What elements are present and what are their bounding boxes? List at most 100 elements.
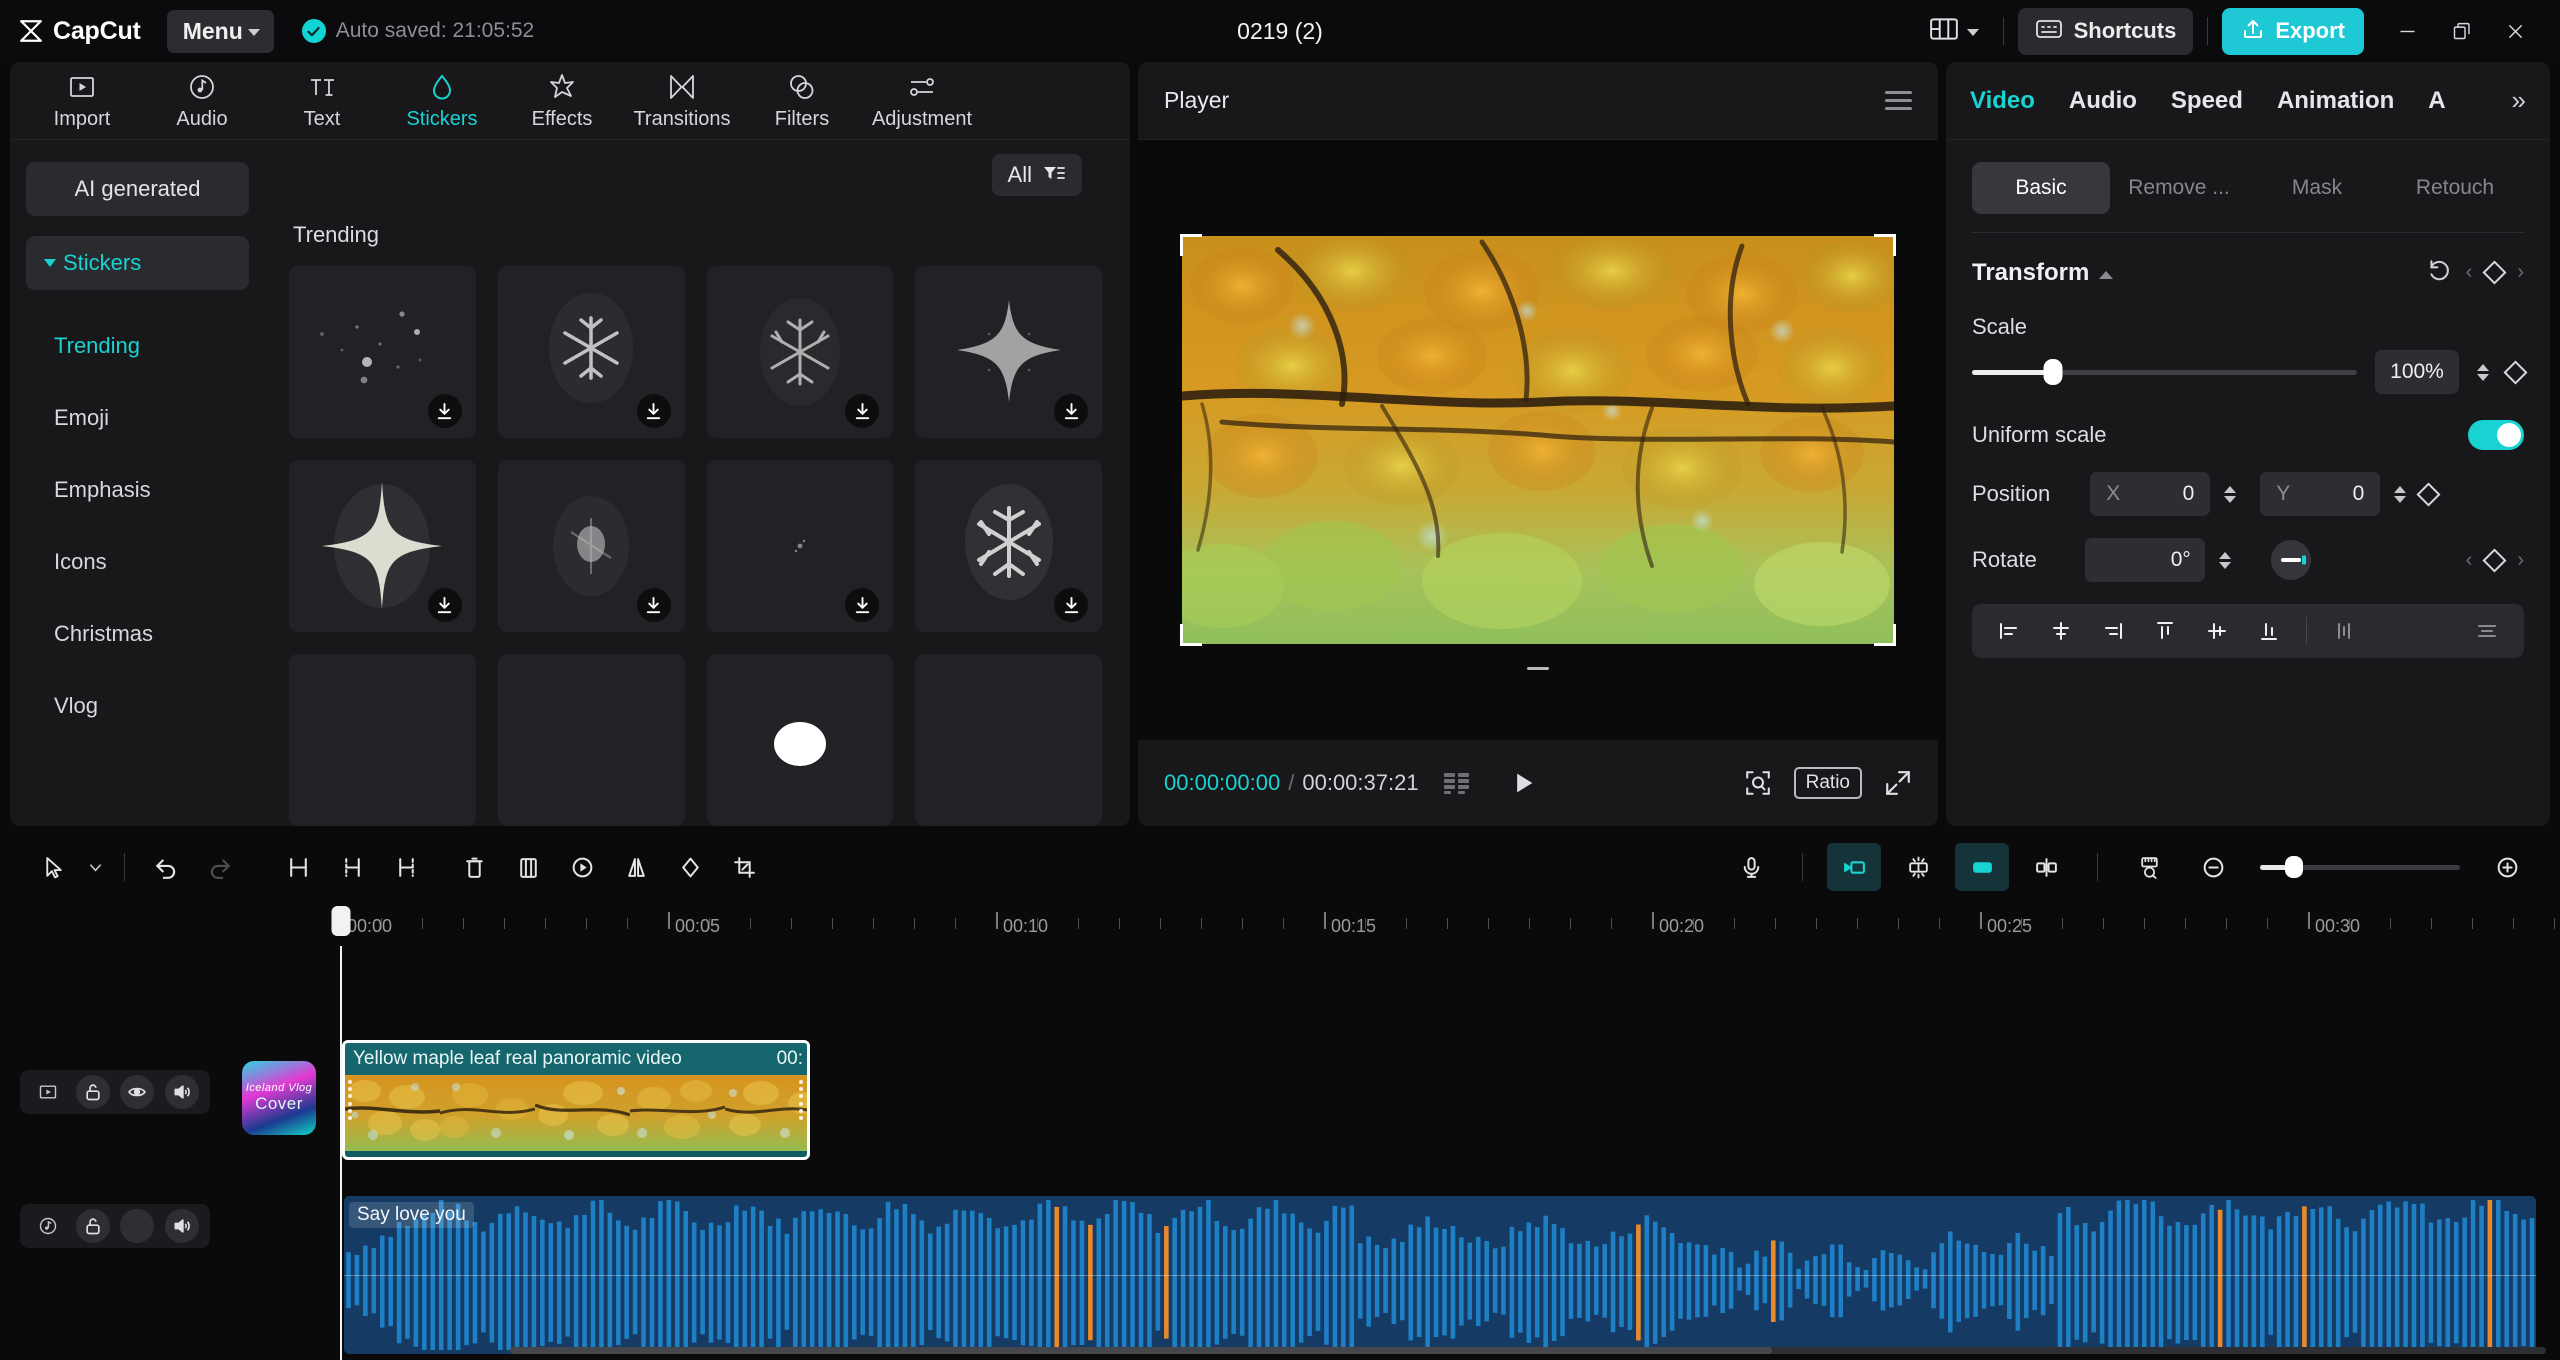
redo-icon[interactable] [193,843,247,891]
library-tab-filters[interactable]: Filters [744,66,860,136]
crop-icon[interactable] [717,843,771,891]
sticker-item[interactable] [289,654,476,826]
crop-handle-top-left[interactable] [1180,234,1202,256]
audio-clip[interactable]: Say love you [344,1196,2536,1354]
trim-right-icon[interactable] [379,843,433,891]
position-x-stepper[interactable] [2224,486,2236,503]
track-preview-icon[interactable] [31,1075,65,1109]
lock-icon[interactable] [76,1075,110,1109]
distribute-vertical-icon[interactable] [2464,610,2510,652]
keyframe-next-icon[interactable]: › [2517,261,2524,284]
rotate-keyframe-next-icon[interactable]: › [2517,549,2524,572]
layout-switch-button[interactable] [1919,10,1989,53]
rotate-value-input[interactable]: 0° [2085,538,2205,582]
align-left-icon[interactable] [1986,610,2032,652]
rotate-keyframe-prev-icon[interactable]: ‹ [2466,549,2473,572]
sidebar-ai-generated[interactable]: AI generated [26,162,249,216]
scale-keyframe-icon[interactable] [2503,360,2527,384]
rotate-dial[interactable] [2271,540,2311,580]
keyframe-diamond-icon[interactable] [2483,260,2507,284]
segment-basic[interactable]: Basic [1972,162,2110,214]
split-view-icon[interactable] [2019,843,2073,891]
segment-mask[interactable]: Mask [2248,162,2386,214]
sidebar-item-emphasis[interactable]: Emphasis [26,454,249,526]
close-button[interactable] [2488,8,2542,54]
align-middle-vertical-icon[interactable] [2194,610,2240,652]
sticker-item[interactable] [289,460,476,632]
position-y-input[interactable]: Y 0 [2260,472,2380,516]
sticker-item[interactable] [915,654,1102,826]
timeline-zoom-slider[interactable] [2260,865,2460,870]
timeline-horizontal-scrollbar[interactable] [510,1347,2546,1354]
filter-button[interactable]: All [992,154,1082,196]
sticker-item[interactable] [498,460,685,632]
playhead-handle[interactable] [332,906,351,936]
tab-animation[interactable]: Animation [2277,87,2394,115]
align-bottom-icon[interactable] [2246,610,2292,652]
sticker-item[interactable] [498,266,685,438]
align-top-icon[interactable] [2142,610,2188,652]
download-icon[interactable] [637,588,671,622]
download-icon[interactable] [428,394,462,428]
sidebar-group-stickers[interactable]: Stickers [26,236,249,290]
tab-video[interactable]: Video [1970,87,2035,115]
crop-handle-bottom-left[interactable] [1180,624,1202,646]
undo-icon[interactable] [139,843,193,891]
position-y-stepper[interactable] [2394,486,2406,503]
delete-icon[interactable] [447,843,501,891]
cursor-dropdown-icon[interactable] [80,843,110,891]
bottom-drag-handle[interactable] [1527,667,1549,670]
frames-icon[interactable] [1443,771,1471,795]
menu-button[interactable]: Menu [167,10,274,53]
reverse-icon[interactable] [555,843,609,891]
stepper-down-icon[interactable] [2224,496,2236,503]
stepper-up-icon[interactable] [2224,486,2236,493]
stepper-up-icon[interactable] [2477,364,2489,371]
keyframe-prev-icon[interactable]: ‹ [2466,261,2473,284]
snap-left-icon[interactable] [1827,843,1881,891]
clip-right-grip[interactable] [799,1080,804,1120]
sticker-item[interactable] [915,460,1102,632]
rotate-keyframe-icon[interactable] [2483,548,2507,572]
ruler-icon[interactable] [2122,843,2176,891]
crop-handle-top-right[interactable] [1874,234,1896,256]
library-tab-transitions[interactable]: Transitions [624,66,740,136]
lock-icon[interactable] [76,1209,110,1243]
crop-handle-bottom-right[interactable] [1874,624,1896,646]
tab-audio[interactable]: Audio [2069,87,2137,115]
rotate-stepper[interactable] [2219,552,2231,569]
scale-slider[interactable] [1972,370,2357,375]
video-clip[interactable]: Yellow maple leaf real panoramic video 0… [342,1040,810,1160]
sticker-item[interactable] [707,460,894,632]
clip-left-grip[interactable] [348,1080,353,1120]
caret-up-icon[interactable] [2099,271,2113,279]
playhead[interactable] [340,946,342,1360]
tab-speed[interactable]: Speed [2171,87,2243,115]
volume-icon[interactable] [165,1075,199,1109]
ratio-button[interactable]: Ratio [1794,767,1862,799]
microphone-icon[interactable] [1724,843,1778,891]
magnify-frame-icon[interactable] [1744,769,1772,797]
split-icon[interactable] [271,843,325,891]
sticker-item[interactable] [498,654,685,826]
zoom-in-icon[interactable] [2480,843,2534,891]
chevron-double-right-icon[interactable]: » [2512,85,2526,116]
sidebar-item-trending[interactable]: Trending [26,310,249,382]
reset-icon[interactable] [2426,257,2452,288]
fullscreen-icon[interactable] [1884,769,1912,797]
play-icon[interactable] [1509,769,1537,797]
select-cursor-icon[interactable] [26,843,80,891]
zoom-out-icon[interactable] [2186,843,2240,891]
stepper-down-icon[interactable] [2477,374,2489,381]
scale-value-input[interactable]: 100% [2375,350,2459,394]
export-button[interactable]: Export [2222,8,2364,55]
align-right-icon[interactable] [2090,610,2136,652]
sticker-item[interactable] [289,266,476,438]
position-x-input[interactable]: X 0 [2090,472,2210,516]
stepper-down-icon[interactable] [2394,496,2406,503]
auto-fit-icon[interactable] [1891,843,1945,891]
download-icon[interactable] [637,394,671,428]
tab-adjustment-clipped[interactable]: A [2428,87,2448,115]
library-tab-audio[interactable]: Audio [144,66,260,136]
sidebar-item-emoji[interactable]: Emoji [26,382,249,454]
